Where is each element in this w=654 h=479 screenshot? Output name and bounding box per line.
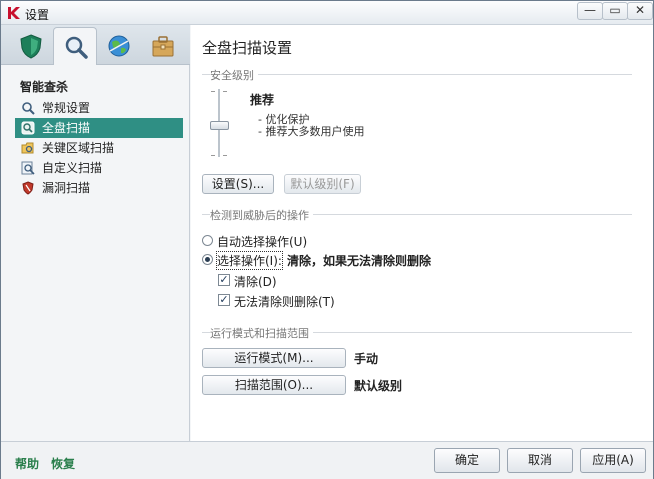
run-mode-value: 手动 bbox=[354, 352, 379, 366]
run-mode-button[interactable]: 运行模式(M)... bbox=[202, 348, 346, 368]
maximize-button[interactable]: ▭ bbox=[602, 2, 628, 20]
sidebar-item-label: 漏洞扫描 bbox=[42, 181, 91, 195]
security-level-name: 推荐 bbox=[250, 93, 275, 107]
close-button[interactable]: ✕ bbox=[627, 2, 653, 20]
choose-action-label[interactable]: 选择操作(I): bbox=[216, 251, 283, 270]
minimize-button[interactable]: — bbox=[577, 2, 603, 20]
magnifier-icon bbox=[65, 36, 88, 59]
main-content: 全盘扫描设置 安全级别 推荐 - 优化保护 - 推荐大多数用户使用 设置(S).… bbox=[191, 25, 653, 441]
choose-action-value: 清除，如果无法清除则删除 bbox=[287, 254, 432, 268]
help-link[interactable]: 帮助 bbox=[15, 455, 39, 472]
scan-scope-button[interactable]: 扫描范围(O)... bbox=[202, 375, 346, 395]
settings-button[interactable]: 设置(S)... bbox=[202, 174, 274, 194]
window-title: 设置 bbox=[25, 8, 50, 22]
magnifier-icon bbox=[22, 102, 35, 115]
choose-action-radio[interactable] bbox=[202, 254, 213, 265]
sidebar-nav: 常规设置 全盘扫描 关键区域扫描 自定义扫描 漏洞扫描 bbox=[15, 98, 183, 198]
kaspersky-logo-icon bbox=[8, 7, 20, 19]
toolbox-icon bbox=[152, 36, 174, 57]
globe-icon bbox=[108, 35, 130, 57]
slider-tick bbox=[223, 91, 227, 92]
category-tabs bbox=[1, 25, 190, 65]
sidebar-item-label: 关键区域扫描 bbox=[42, 141, 115, 155]
scan-scope-value: 默认级别 bbox=[354, 379, 403, 393]
default-level-button[interactable]: 默认级别(F) bbox=[284, 174, 361, 194]
delete-checkbox[interactable]: ✓ bbox=[218, 294, 230, 306]
sidebar-item-general[interactable]: 常规设置 bbox=[15, 98, 183, 118]
tab-scan[interactable] bbox=[53, 27, 97, 65]
sidebar-item-vulnerability-scan[interactable]: 漏洞扫描 bbox=[15, 178, 183, 198]
sidebar-item-label: 常规设置 bbox=[42, 101, 91, 115]
auto-select-radio[interactable] bbox=[202, 235, 213, 246]
slider-tick bbox=[211, 155, 215, 156]
settings-window: 设置 — ▭ ✕ 智能查杀 常规设置 全盘扫描 关键区域扫描 自定义扫描 漏洞扫… bbox=[0, 0, 654, 479]
clean-label[interactable]: 清除(D) bbox=[234, 273, 277, 290]
bottom-bar: 确定 取消 应用(A) bbox=[1, 441, 653, 479]
shield-icon bbox=[20, 34, 42, 59]
section-heading: 智能查杀 bbox=[20, 80, 69, 94]
sidebar-item-custom-scan[interactable]: 自定义扫描 bbox=[15, 158, 183, 178]
ok-button[interactable]: 确定 bbox=[434, 448, 500, 473]
delete-label[interactable]: 无法清除则删除(T) bbox=[234, 293, 335, 310]
group-label-run: 运行模式和扫描范围 bbox=[210, 325, 313, 341]
cancel-button[interactable]: 取消 bbox=[507, 448, 573, 473]
tab-update[interactable] bbox=[97, 27, 141, 65]
group-label-threat: 检测到威胁后的操作 bbox=[210, 207, 313, 223]
vulnerability-icon bbox=[22, 181, 34, 195]
slider-tick bbox=[211, 91, 215, 92]
sidebar-item-label: 自定义扫描 bbox=[42, 161, 103, 175]
tab-tools[interactable] bbox=[141, 27, 185, 65]
title-bar: 设置 — ▭ ✕ bbox=[1, 1, 653, 25]
tab-protection[interactable] bbox=[9, 27, 53, 65]
auto-select-label[interactable]: 自动选择操作(U) bbox=[217, 233, 307, 250]
group-divider bbox=[202, 74, 632, 75]
page-title: 全盘扫描设置 bbox=[202, 39, 293, 57]
slider-thumb[interactable] bbox=[210, 121, 229, 130]
clean-checkbox[interactable]: ✓ bbox=[218, 274, 230, 286]
sidebar-item-full-scan[interactable]: 全盘扫描 bbox=[15, 118, 183, 138]
disk-scan-icon bbox=[21, 121, 35, 135]
restore-link[interactable]: 恢复 bbox=[51, 455, 75, 472]
level-description-line: - 推荐大多数用户使用 bbox=[258, 125, 365, 138]
slider-tick bbox=[223, 155, 227, 156]
sidebar-item-label: 全盘扫描 bbox=[42, 121, 91, 135]
sidebar-item-key-area-scan[interactable]: 关键区域扫描 bbox=[15, 138, 183, 158]
custom-scan-icon bbox=[21, 161, 35, 175]
group-label-security: 安全级别 bbox=[210, 67, 258, 83]
left-panel: 智能查杀 常规设置 全盘扫描 关键区域扫描 自定义扫描 漏洞扫描 bbox=[1, 25, 190, 441]
apply-button[interactable]: 应用(A) bbox=[580, 448, 646, 473]
folder-scan-icon bbox=[21, 142, 34, 154]
